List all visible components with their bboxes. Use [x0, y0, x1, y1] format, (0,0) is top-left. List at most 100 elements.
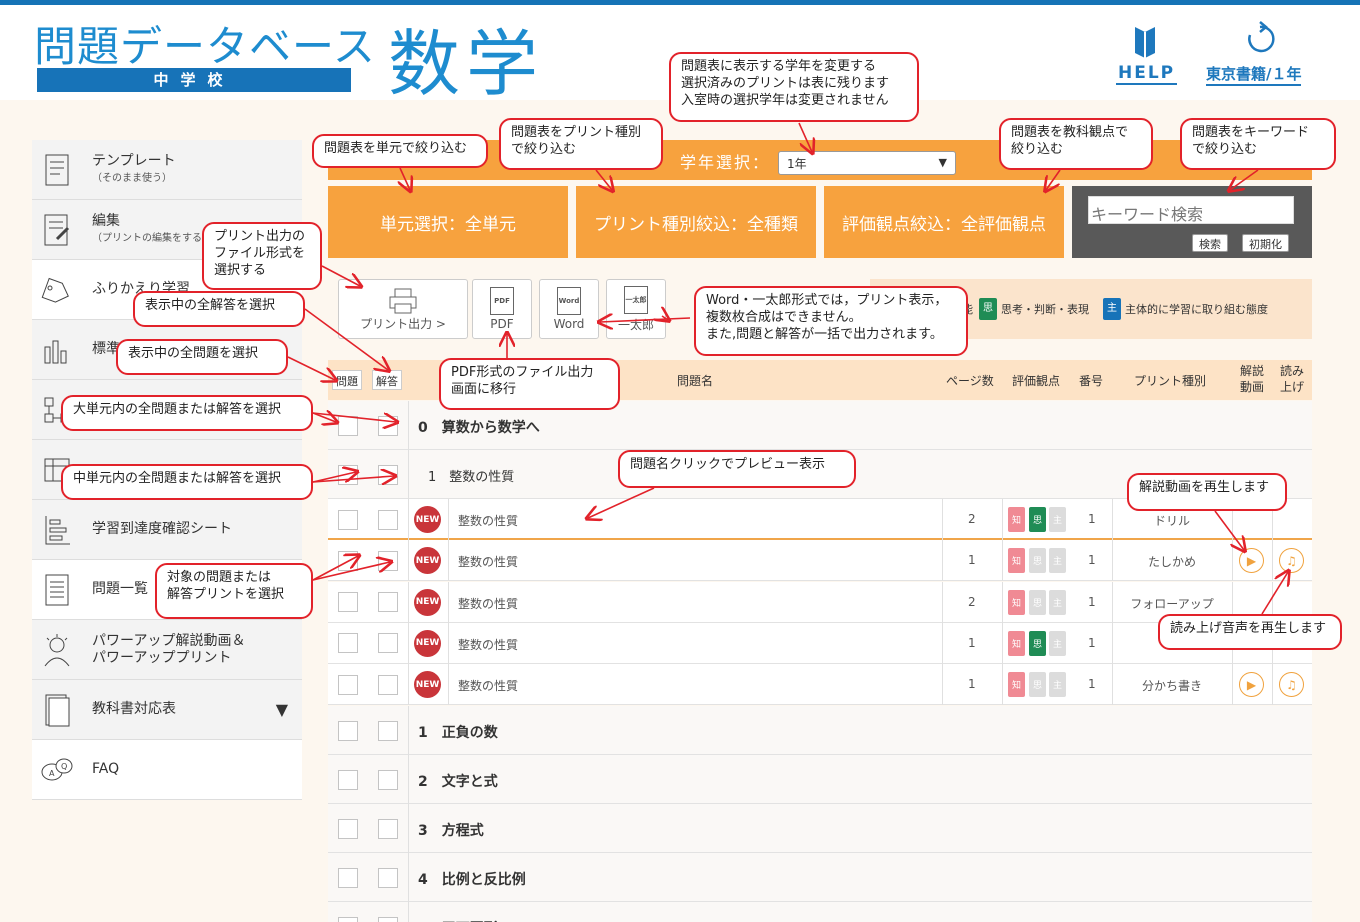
big-unit-row: 1 正負の数 — [328, 706, 1312, 755]
powerup-icon — [32, 620, 82, 680]
play-video-icon[interactable]: ▶ — [1239, 548, 1264, 574]
unit-title: 5 平面図形 — [418, 918, 498, 922]
sidebar-item-label: 教科書対応表 — [92, 701, 176, 717]
viewpoint-shu-badge: 主 — [1049, 630, 1066, 656]
answer-checkbox[interactable] — [378, 509, 398, 530]
callout-read-aloud: 読み上げ音声を再生します — [1158, 614, 1342, 650]
sidebar-item-0[interactable]: テンプレート （そのまま使う） — [32, 140, 302, 200]
question-checkbox[interactable] — [338, 550, 358, 571]
answer-checkbox[interactable] — [378, 720, 398, 741]
callout-grade-change: 問題表に表示する学年を変更する 選択済みのプリントは表に残ります 入室時の選択学… — [669, 52, 919, 122]
question-name-link[interactable]: 整数の性質 — [458, 636, 518, 653]
word-file-icon: Word — [557, 287, 581, 315]
column-divider — [942, 664, 943, 706]
print-type: フォローアップ — [1130, 596, 1214, 611]
ichitaro-button[interactable]: 一太郎 一太郎 — [606, 279, 666, 339]
answer-checkbox[interactable] — [378, 592, 398, 613]
keyword-input[interactable]: キーワード検索 — [1088, 196, 1294, 224]
school-level-label: 中学校 — [37, 68, 351, 92]
question-checkbox[interactable] — [338, 720, 358, 741]
sidebar-item-6[interactable]: 学習到達度確認シート — [32, 500, 302, 560]
question-checkbox[interactable] — [338, 867, 358, 888]
sidebar-item-label: 問題一覧 — [92, 581, 148, 597]
select-all-questions-button[interactable]: 問題 — [332, 370, 362, 390]
question-checkbox[interactable] — [338, 916, 358, 922]
column-divider — [1002, 664, 1003, 706]
svg-text:Q: Q — [61, 762, 67, 771]
question-checkbox[interactable] — [338, 633, 358, 654]
answer-checkbox[interactable] — [378, 867, 398, 888]
answer-checkbox[interactable] — [378, 769, 398, 790]
play-video-icon[interactable]: ▶ — [1239, 672, 1264, 698]
question-checkbox[interactable] — [338, 769, 358, 790]
print-type-filter-button[interactable]: プリント種別絞込：全種類 — [576, 186, 816, 258]
unit-filter-button[interactable]: 単元選択：全単元 — [328, 186, 568, 258]
answer-checkbox[interactable] — [378, 550, 398, 571]
question-name-link[interactable]: 整数の性質 — [458, 677, 518, 694]
unit-title: 1 正負の数 — [418, 724, 498, 741]
viewpoint-shu-badge: 主 — [1049, 507, 1066, 532]
viewpoint-filter-button[interactable]: 評価観点絞込：全評価観点 — [824, 186, 1064, 258]
header-viewpoint: 評価観点 — [1012, 374, 1061, 388]
sidebar-item-sub: （そのまま使う） — [92, 172, 172, 184]
bar-chart-icon — [32, 320, 82, 380]
print-output-button[interactable]: プリント出力 > — [338, 279, 468, 339]
svg-text:A: A — [49, 769, 55, 778]
app-title: 問題データベース — [34, 22, 376, 71]
help-link[interactable]: HELP — [1116, 63, 1178, 85]
answer-checkbox[interactable] — [378, 818, 398, 839]
question-name-link[interactable]: 整数の性質 — [458, 595, 518, 612]
reset-button[interactable]: 初期化 — [1242, 234, 1289, 252]
callout-big-unit: 大単元内の全問題または解答を選択 — [61, 395, 313, 431]
new-badge: NEW — [414, 671, 441, 699]
search-button[interactable]: 検索 — [1192, 234, 1228, 252]
question-name-link[interactable]: 整数の性質 — [458, 553, 518, 570]
grade-select[interactable]: 1年 ▼ — [778, 151, 956, 175]
unit-title: 4 比例と反比例 — [418, 871, 526, 888]
question-checkbox[interactable] — [338, 592, 358, 613]
callout-all-answers: 表示中の全解答を選択 — [133, 291, 305, 327]
legend-shu-badge: 主 — [1103, 298, 1121, 320]
column-divider — [408, 401, 409, 450]
callout-target: 対象の問題または 解答プリントを選択 — [155, 563, 313, 619]
question-name-link[interactable]: 整数の性質 — [458, 512, 518, 529]
list-icon — [32, 560, 82, 620]
header-read: 読み 上げ — [1280, 364, 1305, 394]
chevron-down-icon[interactable]: ▼ — [276, 700, 288, 719]
printer-icon — [389, 288, 417, 313]
question-checkbox[interactable] — [338, 464, 358, 485]
publisher-grade-link[interactable]: 東京書籍/１年 — [1206, 63, 1302, 86]
word-button[interactable]: Word Word — [539, 279, 599, 339]
answer-checkbox[interactable] — [378, 464, 398, 485]
column-divider — [408, 622, 409, 664]
viewpoint-shi-badge: 思 — [1029, 548, 1046, 574]
question-checkbox[interactable] — [338, 415, 358, 436]
answer-checkbox[interactable] — [378, 674, 398, 695]
unit-title: 0 算数から数学へ — [418, 419, 540, 436]
unit-title: 2 文字と式 — [418, 773, 498, 790]
refresh-icon[interactable] — [1244, 21, 1276, 61]
read-aloud-icon[interactable]: ♫ — [1279, 672, 1304, 698]
subject-title: 数学 — [388, 22, 545, 106]
callout-viewpoint: 問題表を教科観点で 絞り込む — [999, 118, 1153, 170]
answer-checkbox[interactable] — [378, 415, 398, 436]
read-aloud-icon[interactable]: ♫ — [1279, 548, 1304, 574]
question-checkbox[interactable] — [338, 509, 358, 530]
viewpoint-ki-badge: 知 — [1008, 507, 1025, 532]
select-all-answers-button[interactable]: 解答 — [372, 370, 402, 390]
sidebar-item-10[interactable]: A Q FAQ — [32, 740, 302, 800]
question-number: 1 — [1088, 635, 1096, 650]
pdf-button[interactable]: PDF PDF — [472, 279, 532, 339]
column-divider — [408, 804, 409, 853]
question-checkbox[interactable] — [338, 674, 358, 695]
sidebar-item-9[interactable]: 教科書対応表 ▼ — [32, 680, 302, 740]
answer-checkbox[interactable] — [378, 633, 398, 654]
callout-keyword: 問題表をキーワード で絞り込む — [1180, 118, 1336, 170]
help-book-icon[interactable] — [1132, 23, 1158, 63]
subunit-title: 1 整数の性質 — [428, 469, 515, 485]
answer-checkbox[interactable] — [378, 916, 398, 922]
question-checkbox[interactable] — [338, 818, 358, 839]
sidebar-item-8[interactable]: パワーアップ解説動画＆ パワーアッププリント — [32, 620, 302, 680]
column-divider — [942, 581, 943, 623]
column-divider — [408, 499, 409, 540]
